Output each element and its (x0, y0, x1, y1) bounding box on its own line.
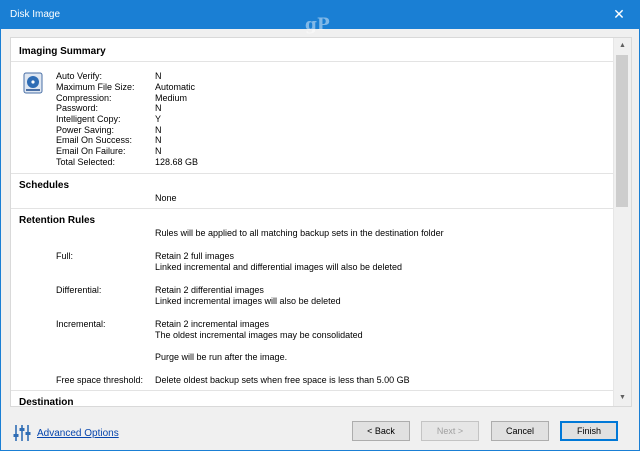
retention-full-line2: Linked incremental and differential imag… (155, 262, 402, 272)
advanced-options-link[interactable]: Advanced Options (37, 428, 119, 439)
window-title: Disk Image (10, 9, 61, 20)
finish-button[interactable]: Finish (560, 421, 618, 441)
summary-label: Intelligent Copy: (56, 114, 121, 124)
summary-label: Power Saving: (56, 125, 115, 135)
summary-value: N (155, 135, 162, 145)
summary-value: N (155, 125, 162, 135)
free-space-value: Delete oldest backup sets when free spac… (155, 375, 410, 385)
disk-image-window: Disk Image gP ✕ Imaging Summary Auto Ver… (0, 0, 640, 451)
next-button[interactable]: Next > (421, 421, 479, 441)
divider (11, 173, 613, 174)
title-bar[interactable]: Disk Image gP ✕ (1, 1, 639, 35)
retention-full-label: Full: (56, 251, 74, 261)
summary-label: Compression: (56, 93, 112, 103)
vertical-scrollbar[interactable]: ▲ ▼ (613, 38, 631, 406)
retention-differential-line1: Retain 2 differential images (155, 285, 264, 295)
section-title-imaging-summary: Imaging Summary (19, 46, 106, 57)
section-title-destination: Destination (19, 397, 74, 407)
disk-icon (23, 72, 43, 94)
scrollbar-thumb[interactable] (616, 55, 628, 207)
close-icon[interactable]: ✕ (599, 1, 639, 29)
retention-full-line1: Retain 2 full images (155, 251, 235, 261)
retention-incremental-line2: The oldest incremental images may be con… (155, 330, 363, 340)
section-title-schedules: Schedules (19, 180, 70, 191)
divider (11, 61, 613, 62)
advanced-options-icon[interactable] (12, 423, 32, 443)
summary-value: N (155, 146, 162, 156)
summary-label: Email On Success: (56, 135, 133, 145)
retention-incremental-line1: Retain 2 incremental images (155, 319, 270, 329)
watermark: gP (305, 15, 330, 35)
scroll-down-icon[interactable]: ▼ (614, 390, 631, 406)
summary-label: Email On Failure: (56, 146, 126, 156)
retention-purge: Purge will be run after the image. (155, 352, 288, 362)
summary-label: Password: (56, 103, 99, 113)
retention-incremental-label: Incremental: (56, 319, 106, 329)
footer-bar: Advanced Options < Back Next > Cancel Fi… (1, 412, 639, 450)
summary-label: Maximum File Size: (56, 82, 135, 92)
schedules-value: None (155, 193, 177, 203)
summary-value: Medium (155, 93, 188, 103)
retention-differential-line2: Linked incremental images will also be d… (155, 296, 341, 306)
free-space-label: Free space threshold: (56, 375, 144, 385)
divider (11, 208, 613, 209)
back-button[interactable]: < Back (352, 421, 410, 441)
cancel-button[interactable]: Cancel (491, 421, 549, 441)
scroll-up-icon[interactable]: ▲ (614, 38, 631, 54)
summary-panel: Imaging Summary Auto Verify: N Maximum F… (10, 37, 632, 407)
summary-value: Automatic (155, 82, 196, 92)
summary-value: N (155, 103, 162, 113)
summary-value: 128.68 GB (155, 157, 199, 167)
divider (11, 390, 613, 391)
section-title-retention-rules: Retention Rules (19, 215, 96, 226)
retention-differential-label: Differential: (56, 285, 102, 295)
summary-value: N (155, 71, 162, 81)
retention-intro: Rules will be applied to all matching ba… (155, 228, 444, 238)
summary-value: Y (155, 114, 162, 124)
summary-label: Auto Verify: (56, 71, 103, 81)
summary-label: Total Selected: (56, 157, 116, 167)
